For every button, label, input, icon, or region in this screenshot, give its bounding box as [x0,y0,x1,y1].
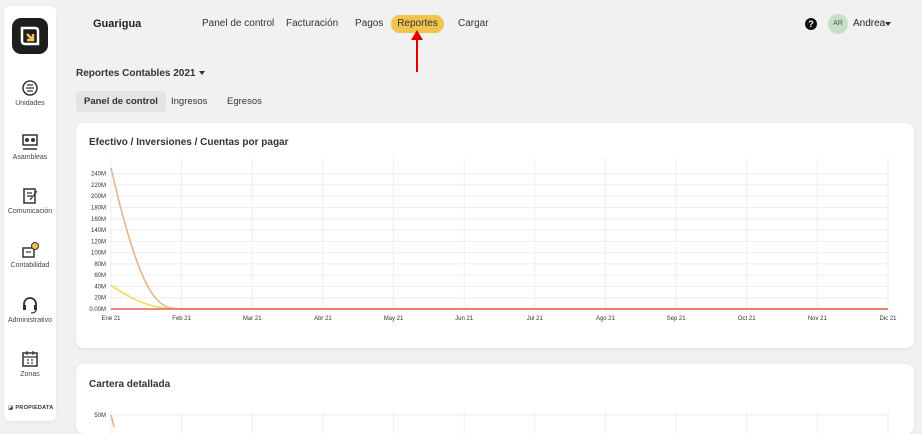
y-tick-label: 60M [94,273,106,279]
avatar[interactable]: AR [828,14,848,34]
sidebar-item-label: Comunicación [7,208,53,215]
app-logo[interactable] [12,18,48,54]
report-title: Reportes Contables 2021 [76,68,196,79]
x-tick-label: Dic 21 [879,316,897,322]
x-tick-label: Nov 21 [808,316,828,322]
x-tick-label: Mar 21 [243,316,262,322]
report-year-selector[interactable]: Reportes Contables 2021 [76,68,205,79]
accounting-icon [22,242,39,258]
top-navigation: Guarigua Panel de control Facturación Pa… [56,0,922,48]
y-tick-label: 120M [91,239,106,245]
brand-mark-icon: ◪ [8,405,14,411]
x-tick-label: Abr 21 [314,316,332,322]
y-tick-label: 240M [91,172,106,178]
chevron-down-icon [198,71,205,76]
brand-name: PROPIEDATA [15,405,54,411]
communication-icon [23,188,38,204]
y-tick-label: 40M [94,284,106,290]
sidebar-item-asambleas[interactable]: Asambleas [4,133,56,161]
sidebar-item-label: Zonas [20,371,40,378]
x-tick-label: Ene 21 [101,316,121,322]
y-tick-label: 50M [94,413,106,419]
nav-pagos[interactable]: Pagos [355,18,383,29]
tab-ingresos[interactable]: Ingresos [171,91,207,112]
sidebar-item-zonas[interactable]: Zonas [4,350,56,378]
x-tick-label: Oct 21 [738,316,756,322]
nav-cargar[interactable]: Cargar [458,18,489,29]
user-menu[interactable]: Andrea [853,18,885,29]
line-chart: 0.00M 20M 40M 60M 80M 100M 120M 140M 160M 180M 200… [89,158,897,322]
y-tick-label: 180M [91,205,106,211]
line-chart: 50M [94,411,889,434]
chevron-down-icon[interactable] [885,22,891,26]
sidebar-item-administrativo[interactable]: Administrativo [4,296,56,324]
sidebar: Unidades Asambleas Comunicación Contabil… [4,6,56,421]
x-tick-label: Sep 21 [667,316,687,322]
sidebar-item-contabilidad[interactable]: Contabilidad [4,241,56,269]
annotation-arrow-icon [411,30,423,72]
tab-panel-de-control[interactable]: Panel de control [76,91,166,112]
y-tick-label: 0.00M [89,307,106,313]
brand-footer: ◪ PROPIEDATA [8,405,54,411]
x-tick-label: Ago 21 [596,316,616,322]
y-tick-label: 20M [94,296,106,302]
y-tick-label: 140M [91,228,106,234]
x-tick-label: Jul 21 [527,316,544,322]
support-icon [23,297,37,314]
y-tick-label: 100M [91,251,106,257]
chart-card-cartera: Cartera detallada 50M [76,364,914,434]
x-tick-label: May 21 [384,316,404,322]
tab-egresos[interactable]: Egresos [227,91,262,112]
logo-icon [20,26,40,46]
sidebar-item-label: Administrativo [8,317,52,324]
calendar-icon [22,351,38,367]
series-line-2 [110,284,888,310]
help-icon[interactable]: ? [805,18,817,30]
nav-panel-de-control[interactable]: Panel de control [202,18,274,29]
nav-facturacion[interactable]: Facturación [286,18,338,29]
sidebar-item-comunicacion[interactable]: Comunicación [4,187,56,215]
y-tick-label: 160M [91,217,106,223]
app-title: Guarigua [93,18,142,30]
x-tick-label: Feb 21 [172,316,191,322]
y-tick-label: 200M [91,194,106,200]
sidebar-item-label: Unidades [15,100,45,107]
series-line-1 [110,167,888,310]
assembly-icon [22,134,38,150]
y-tick-label: 220M [91,183,106,189]
y-tick-label: 80M [94,262,106,268]
sidebar-item-label: Asambleas [12,154,48,161]
x-tick-label: Jun 21 [455,316,474,322]
unit-icon [22,80,38,96]
sidebar-item-label: Contabilidad [10,262,50,269]
chart-card-efectivo: Efectivo / Inversiones / Cuentas por pag… [76,123,914,348]
sidebar-item-unidades[interactable]: Unidades [4,79,56,107]
